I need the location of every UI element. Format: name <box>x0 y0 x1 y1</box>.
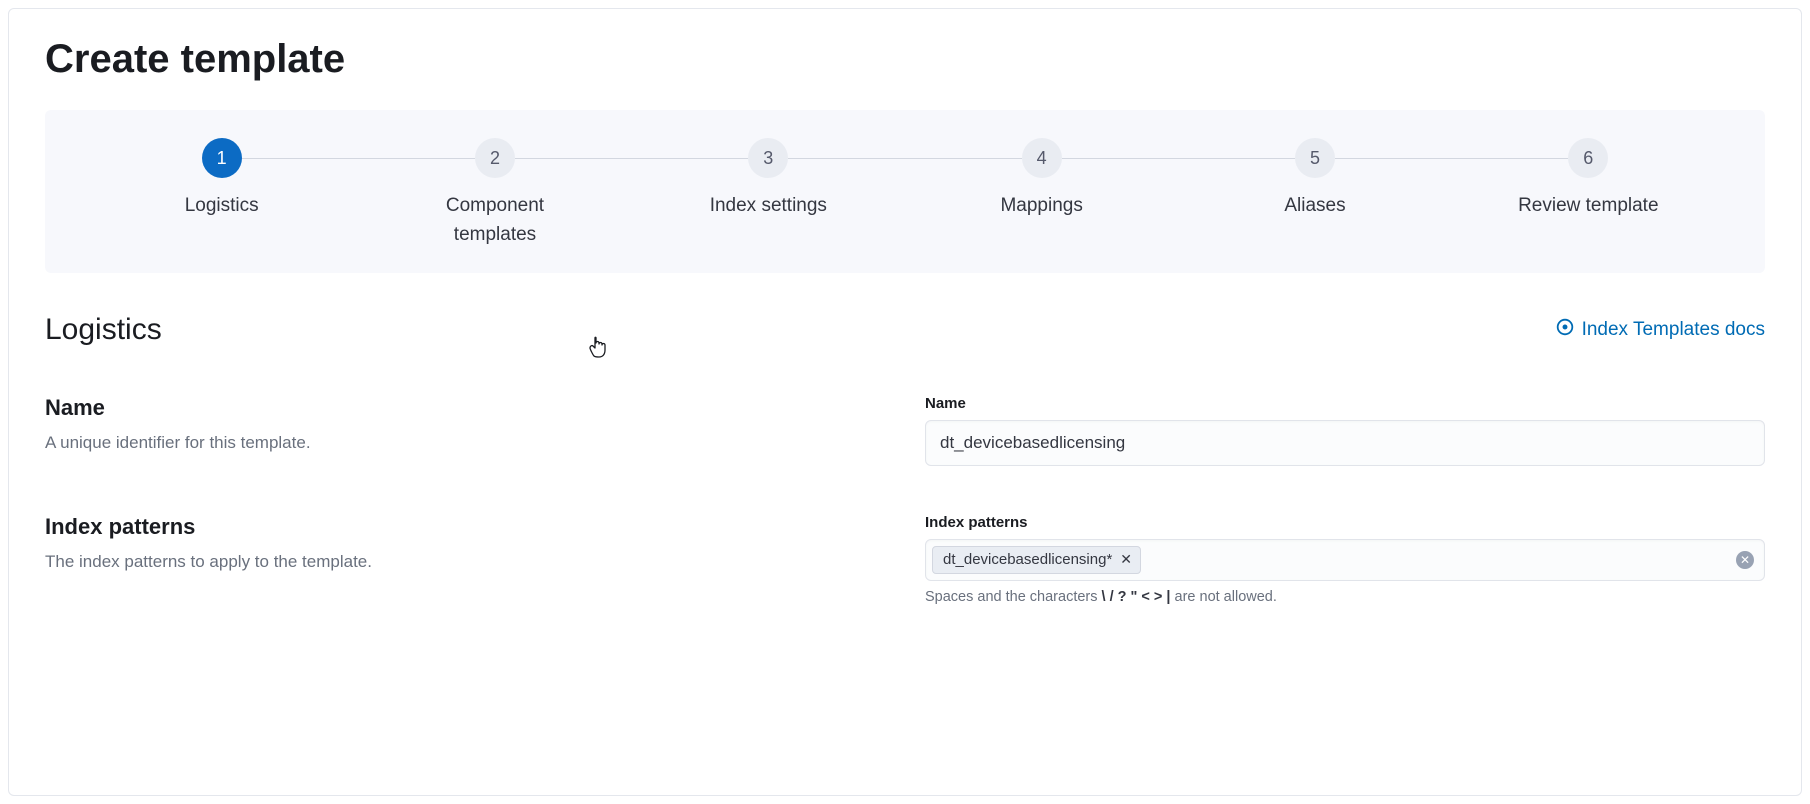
help-icon <box>1556 318 1574 342</box>
form-row-right: Index patterns dt_devicebasedlicensing* ✕… <box>925 514 1765 605</box>
step-connector <box>788 158 1021 159</box>
step-2[interactable]: 2 Component templates <box>358 138 631 249</box>
form-row-left: Index patterns The index patterns to app… <box>45 514 885 605</box>
field-heading-index-patterns: Index patterns <box>45 514 885 540</box>
help-text-index-patterns: Spaces and the characters \ / ? " < > | … <box>925 589 1765 605</box>
form-row-index-patterns: Index patterns The index patterns to app… <box>45 514 1765 605</box>
page-wrapper: Create template 1 Logistics 2 Component tem… <box>8 8 1802 796</box>
step-label: Index settings <box>710 192 827 221</box>
step-label: Mappings <box>1000 192 1082 221</box>
step-label: Review template <box>1518 192 1658 221</box>
step-connector <box>242 158 475 159</box>
step-connector <box>1062 158 1295 159</box>
step-circle: 3 <box>748 138 788 178</box>
field-desc-index-patterns: The index patterns to apply to the templ… <box>45 550 885 574</box>
pill-text: dt_devicebasedlicensing* <box>943 551 1112 568</box>
section-header-row: Logistics Index Templates docs <box>45 313 1765 347</box>
step-label: Aliases <box>1284 192 1345 221</box>
step-connector <box>1335 158 1568 159</box>
step-circle: 4 <box>1022 138 1062 178</box>
name-input[interactable] <box>925 420 1765 466</box>
step-circle: 5 <box>1295 138 1335 178</box>
form-row-right: Name <box>925 395 1765 466</box>
step-4[interactable]: 4 Mappings <box>905 138 1178 221</box>
step-connector <box>515 158 748 159</box>
index-patterns-combo[interactable]: dt_devicebasedlicensing* ✕ ✕ <box>925 539 1765 581</box>
stepper: 1 Logistics 2 Component templates 3 Index set… <box>45 110 1765 273</box>
step-3[interactable]: 3 Index settings <box>632 138 905 221</box>
docs-link-label: Index Templates docs <box>1582 319 1765 341</box>
step-6[interactable]: 6 Review template <box>1452 138 1725 221</box>
docs-link[interactable]: Index Templates docs <box>1556 318 1765 342</box>
step-circle: 1 <box>202 138 242 178</box>
clear-all-icon[interactable]: ✕ <box>1736 551 1754 569</box>
page-title: Create template <box>45 37 1765 82</box>
field-label-index-patterns: Index patterns <box>925 514 1765 531</box>
close-icon[interactable]: ✕ <box>1120 551 1132 568</box>
field-desc-name: A unique identifier for this template. <box>45 431 885 455</box>
step-5[interactable]: 5 Aliases <box>1178 138 1451 221</box>
field-heading-name: Name <box>45 395 885 421</box>
form-row-name: Name A unique identifier for this templa… <box>45 395 1765 466</box>
step-circle: 6 <box>1568 138 1608 178</box>
step-circle: 2 <box>475 138 515 178</box>
step-1[interactable]: 1 Logistics <box>85 138 358 221</box>
field-label-name: Name <box>925 395 1765 412</box>
form-row-left: Name A unique identifier for this templa… <box>45 395 885 466</box>
section-title: Logistics <box>45 313 162 347</box>
step-label: Component templates <box>420 192 570 249</box>
index-pattern-pill[interactable]: dt_devicebasedlicensing* ✕ <box>932 546 1141 574</box>
step-label: Logistics <box>185 192 259 221</box>
